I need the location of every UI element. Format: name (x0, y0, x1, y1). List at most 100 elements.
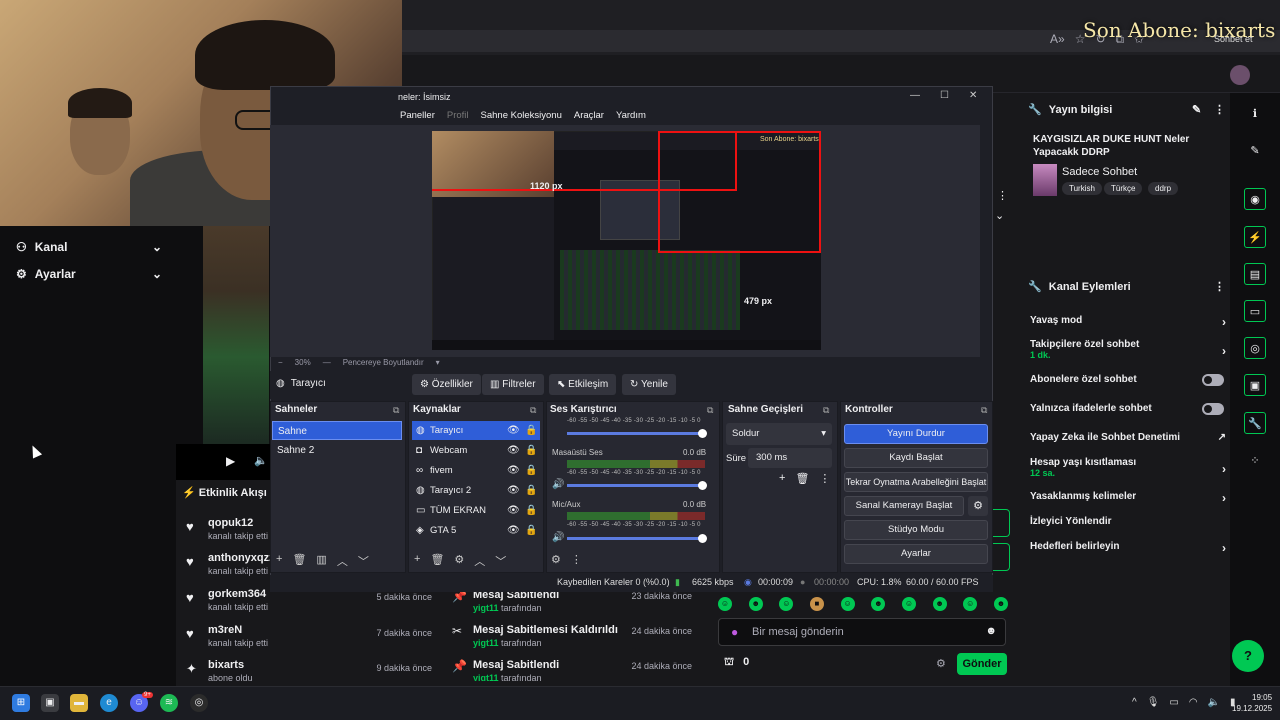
menu-paneller[interactable]: Paneller (400, 110, 435, 121)
source-selection-box[interactable] (658, 131, 821, 253)
broadcast-icon[interactable]: ◎ (1244, 337, 1266, 359)
stop-streaming-button[interactable]: Yayını Durdur (844, 424, 988, 444)
move-up-icon[interactable]: ︿ (337, 553, 348, 569)
edge-icon[interactable]: e (100, 694, 118, 712)
more-icon[interactable]: ⋮ (997, 189, 1008, 202)
close-icon[interactable]: ✕ (969, 90, 977, 101)
action-raid[interactable]: İzleyici Yönlendir (1030, 516, 1226, 527)
emote-icon[interactable]: ■ (809, 597, 824, 611)
edit-icon[interactable]: ✎ (1192, 103, 1201, 116)
tag[interactable]: Türkçe (1104, 182, 1143, 195)
trash-icon[interactable]: 🗑 (430, 553, 444, 569)
category-box-art[interactable] (1033, 164, 1057, 196)
tag[interactable]: Turkish (1062, 182, 1102, 195)
source-item[interactable]: ◈ GTA 5 👁 🔒 (412, 521, 540, 540)
scene-item[interactable]: Sahne (272, 421, 402, 440)
gear-icon[interactable]: ⚙ (454, 553, 464, 569)
display-icon[interactable]: ▭ (1169, 697, 1178, 708)
dropdown-icon[interactable]: ▾ (436, 358, 440, 367)
emote-icon[interactable]: ☺ (779, 597, 794, 611)
zoom-out-icon[interactable]: − (278, 358, 283, 367)
action-account-age[interactable]: Hesap yaşı kısıtlaması 12 sa. › (1030, 457, 1226, 478)
source-item[interactable]: ◍ Tarayıcı 2 👁 🔒 (412, 481, 540, 500)
volume-icon[interactable]: 🔈 (254, 454, 268, 467)
filter-icon[interactable]: ▥ (316, 553, 326, 569)
source-item[interactable]: ▭ TÜM EKRAN 👁 🔒 (412, 501, 540, 520)
emote-icon[interactable]: ☺ (901, 597, 916, 611)
menu-yardim[interactable]: Yardım (616, 110, 646, 121)
action-goals[interactable]: Hedefleri belirleyin › (1030, 541, 1226, 555)
move-up-icon[interactable]: ︿ (474, 553, 485, 569)
clip-icon[interactable]: ◉ (1244, 188, 1266, 210)
user-avatar[interactable] (1230, 65, 1250, 85)
emote-icon[interactable]: ☺ (718, 597, 732, 611)
volume-slider[interactable] (567, 481, 707, 490)
spotify-icon[interactable]: ≋ (160, 694, 178, 712)
move-down-icon[interactable]: ﹀ (495, 553, 506, 569)
help-button[interactable]: ? (1232, 640, 1264, 672)
stream-preview-video[interactable] (203, 226, 269, 444)
speaker-icon[interactable]: 🔊 (552, 532, 564, 543)
volume-icon[interactable]: 🔈 (1208, 697, 1220, 708)
toggle-switch[interactable] (1202, 374, 1224, 386)
source-item[interactable]: ∞ fivem 👁 🔒 (412, 461, 540, 480)
wrench-icon[interactable]: 🔧 (1244, 412, 1266, 434)
action-emote-only[interactable]: Yalnızca ifadelerle sohbet (1030, 403, 1226, 415)
category-name[interactable]: Sadece Sohbet (1062, 166, 1137, 178)
menu-profil[interactable]: Profil (447, 110, 469, 121)
read-aloud-icon[interactable]: A» (1050, 32, 1065, 50)
gear-icon[interactable]: ⚙ (968, 496, 988, 516)
emote-icon[interactable]: ☺ (963, 597, 978, 611)
add-icon[interactable]: + (276, 553, 282, 569)
dock-undock-icon[interactable]: ⧉ (530, 405, 536, 416)
chevron-down-icon[interactable]: ⌄ (995, 209, 1004, 222)
transition-select[interactable]: Soldur ▾ (726, 423, 832, 445)
emote-icon[interactable]: ☺ (840, 597, 855, 611)
obs-icon[interactable]: ◎ (190, 694, 208, 712)
task-view-icon[interactable]: ▣ (41, 694, 59, 712)
ad-icon[interactable]: ▣ (1244, 374, 1266, 396)
chevron-up-icon[interactable]: ^ (1132, 697, 1137, 708)
replay-buffer-button[interactable]: Tekrar Oynatma Arabelleğini Başlat (844, 472, 988, 492)
minimize-icon[interactable]: — (910, 90, 920, 101)
add-icon[interactable]: + (414, 553, 420, 569)
sidebar-item-kanal[interactable]: ⚇ Kanal ⌄ (16, 240, 162, 254)
move-down-icon[interactable]: ﹀ (358, 553, 369, 569)
emoji-icon[interactable]: ☻ (985, 625, 997, 637)
emote-icon[interactable]: ☻ (932, 597, 947, 611)
emote-icon[interactable]: ☻ (748, 597, 763, 611)
sidebar-item-ayarlar[interactable]: ⚙ Ayarlar ⌄ (16, 267, 162, 281)
action-blocked-terms[interactable]: Yasaklanmış kelimeler › (1030, 491, 1226, 505)
file-explorer-icon[interactable]: ▬ (70, 694, 88, 712)
dock-undock-icon[interactable]: ⧉ (981, 405, 987, 416)
properties-button[interactable]: ⚙ Özellikler (412, 374, 481, 395)
action-slow-mode[interactable]: Yavaş mod › (1030, 315, 1226, 329)
notes-icon[interactable]: ▤ (1244, 263, 1266, 285)
emote-icon[interactable]: ☻ (871, 597, 886, 611)
tag[interactable]: ddrp (1148, 182, 1179, 195)
action-ai-moderation[interactable]: Yapay Zeka ile Sohbet Denetimi ↗ (1030, 432, 1226, 443)
more-icon[interactable]: ⋮ (819, 472, 830, 485)
scene-item[interactable]: Sahne 2 (272, 441, 402, 460)
channel-points[interactable]: ⛫ 0 (724, 656, 749, 670)
more-icon[interactable]: ⋮ (1214, 280, 1225, 293)
volume-slider[interactable] (567, 429, 707, 438)
toggle-switch[interactable] (1202, 403, 1224, 415)
fit-label[interactable]: Pencereye Boyutlandır (343, 358, 424, 367)
start-recording-button[interactable]: Kaydı Başlat (844, 448, 988, 468)
dock-undock-icon[interactable]: ⧉ (707, 405, 713, 416)
gear-icon[interactable]: ⚙ (551, 553, 561, 566)
edit-icon[interactable]: ✎ (1244, 140, 1266, 162)
duration-input[interactable]: 300 ms (748, 448, 832, 468)
refresh-button[interactable]: ↻ Yenile (622, 374, 676, 395)
start-icon[interactable]: ⊞ (12, 694, 30, 712)
volume-slider[interactable] (567, 534, 707, 543)
source-item[interactable]: ◍ Tarayıcı 👁 🔒 (412, 421, 540, 440)
network-icon[interactable]: ◠ (1189, 697, 1198, 708)
studio-mode-button[interactable]: Stüdyo Modu (844, 520, 988, 540)
virtual-camera-button[interactable]: Sanal Kamerayı Başlat (844, 496, 964, 516)
play-icon[interactable]: ▶ (226, 454, 235, 468)
filters-button[interactable]: ▥ Filtreler (482, 374, 544, 395)
menu-sahne-koleksiyonu[interactable]: Sahne Koleksiyonu (481, 110, 562, 121)
interact-button[interactable]: ⬉ Etkileşim (549, 374, 617, 395)
